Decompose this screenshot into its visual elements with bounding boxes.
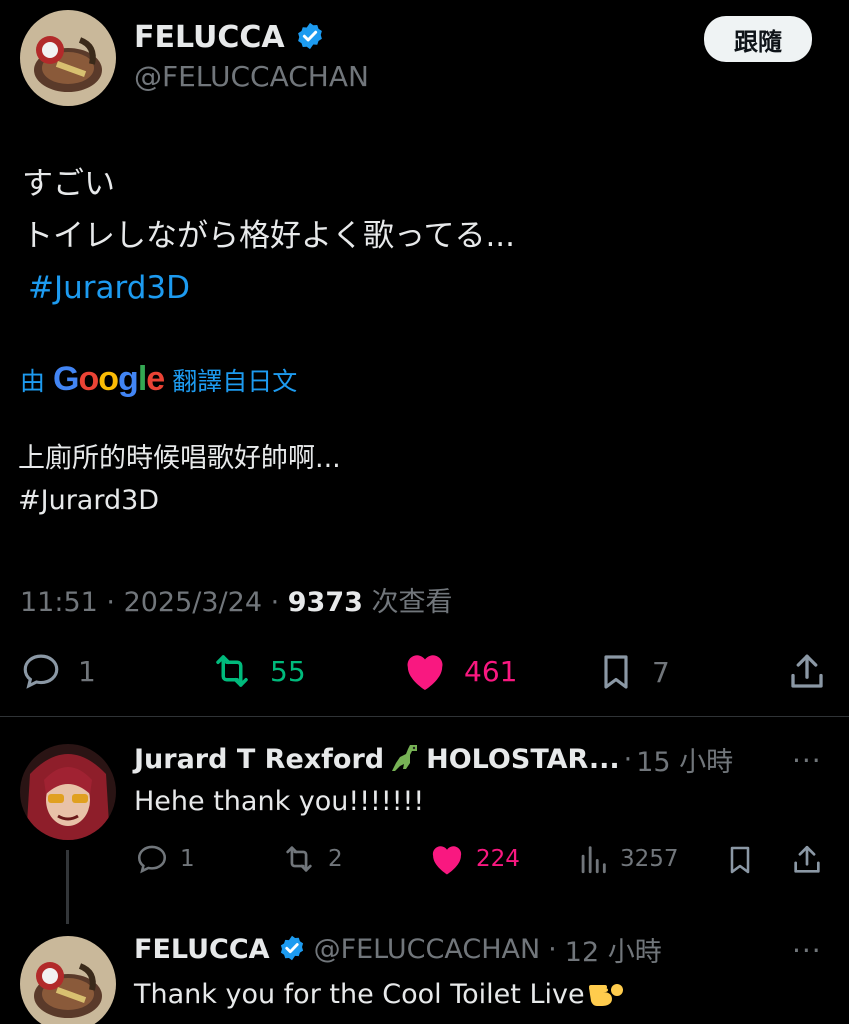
reply-share-button[interactable] [790, 842, 824, 878]
retweet-button[interactable]: 55 [210, 650, 306, 692]
reply-author-suffix[interactable]: HOLOSTAR... [426, 744, 619, 775]
tweet-time[interactable]: 11:51 [20, 587, 98, 618]
reply-button[interactable]: 1 [20, 650, 96, 692]
divider [0, 716, 849, 717]
reply-like-button[interactable]: 224 [428, 842, 520, 876]
reply-reply-button[interactable]: 1 [134, 842, 195, 876]
reply2-time[interactable]: 12 小時 [565, 930, 662, 969]
reply2-text: Thank you for the Cool Toilet Live [134, 978, 585, 1010]
verified-badge-icon [278, 934, 306, 966]
view-count: 9373 [287, 587, 363, 618]
retweet-count: 55 [270, 654, 306, 688]
reply-avatar-jurard[interactable] [20, 744, 116, 840]
verified-badge-icon [295, 21, 325, 55]
more-icon[interactable]: ··· [792, 934, 822, 967]
bookmark-button[interactable]: 7 [596, 650, 670, 694]
translated-text: 上廁所的時候唱歌好帥啊... [18, 443, 341, 474]
google-logo-text: Google [53, 360, 165, 398]
heart-icon [407, 655, 443, 691]
author-avatar[interactable] [20, 10, 116, 106]
tweet-date[interactable]: 2025/3/24 [124, 587, 262, 618]
reply2-author-handle[interactable]: @FELUCCACHAN [314, 934, 541, 965]
bookmark-icon [730, 846, 750, 874]
reply-views-button[interactable]: 3257 [576, 842, 679, 876]
tweet-hashtag[interactable]: #Jurard3D [28, 262, 190, 314]
bookmark-icon [604, 655, 628, 689]
reply-time-sep: · [623, 744, 633, 775]
reply-reply-count: 1 [180, 846, 195, 872]
translate-prefix: 由 [20, 366, 46, 396]
translate-suffix: 翻譯自日文 [172, 366, 298, 396]
tweet-text-line1: すごい [22, 166, 115, 202]
translated-hashtag[interactable]: #Jurard3D [18, 480, 159, 522]
share-icon [794, 845, 820, 873]
like-count: 461 [464, 654, 518, 688]
retweet-icon [286, 846, 312, 872]
reply-icon [23, 654, 59, 689]
reply-icon [137, 845, 167, 874]
reply-time[interactable]: 15 小時 [636, 740, 733, 779]
reply-author-name[interactable]: Jurard T Rexford [134, 744, 384, 775]
share-button[interactable] [786, 650, 828, 694]
author-handle[interactable]: @FELUCCACHAN [134, 60, 369, 93]
reply2-author-name[interactable]: FELUCCA [134, 934, 270, 965]
pointing-hand-emoji [587, 976, 625, 1012]
follow-button[interactable]: 跟隨 [704, 16, 812, 62]
reply-count: 1 [78, 654, 96, 688]
reply-text: Hehe thank you!!!!!!! [134, 786, 425, 817]
more-icon[interactable]: ··· [792, 744, 822, 777]
reply-like-count: 224 [476, 846, 520, 872]
share-icon [791, 654, 823, 688]
tweet-meta: 11:51 · 2025/3/24 · 9373 次查看 [20, 587, 453, 618]
view-count-label: 次查看 [371, 587, 453, 618]
translation-attribution[interactable]: 由 Google 翻譯自日文 [20, 360, 297, 399]
reply-retweet-button[interactable]: 2 [280, 842, 343, 876]
reply2-time-sep: · [548, 934, 557, 965]
dinosaur-emoji [388, 741, 422, 779]
retweet-icon [216, 655, 248, 687]
author-name[interactable]: FELUCCA [134, 20, 285, 55]
tweet-text-line2: トイレしながら格好よく歌ってる... [22, 218, 516, 254]
reply-bookmark-button[interactable] [724, 842, 756, 878]
reply-view-count: 3257 [620, 846, 679, 872]
thread-line [66, 850, 69, 924]
reply-avatar-felucca[interactable] [20, 936, 116, 1024]
like-button[interactable]: 461 [402, 650, 517, 692]
views-icon [581, 846, 606, 874]
bookmark-count: 7 [652, 655, 670, 689]
reply-retweet-count: 2 [328, 846, 343, 872]
heart-icon [432, 846, 462, 875]
